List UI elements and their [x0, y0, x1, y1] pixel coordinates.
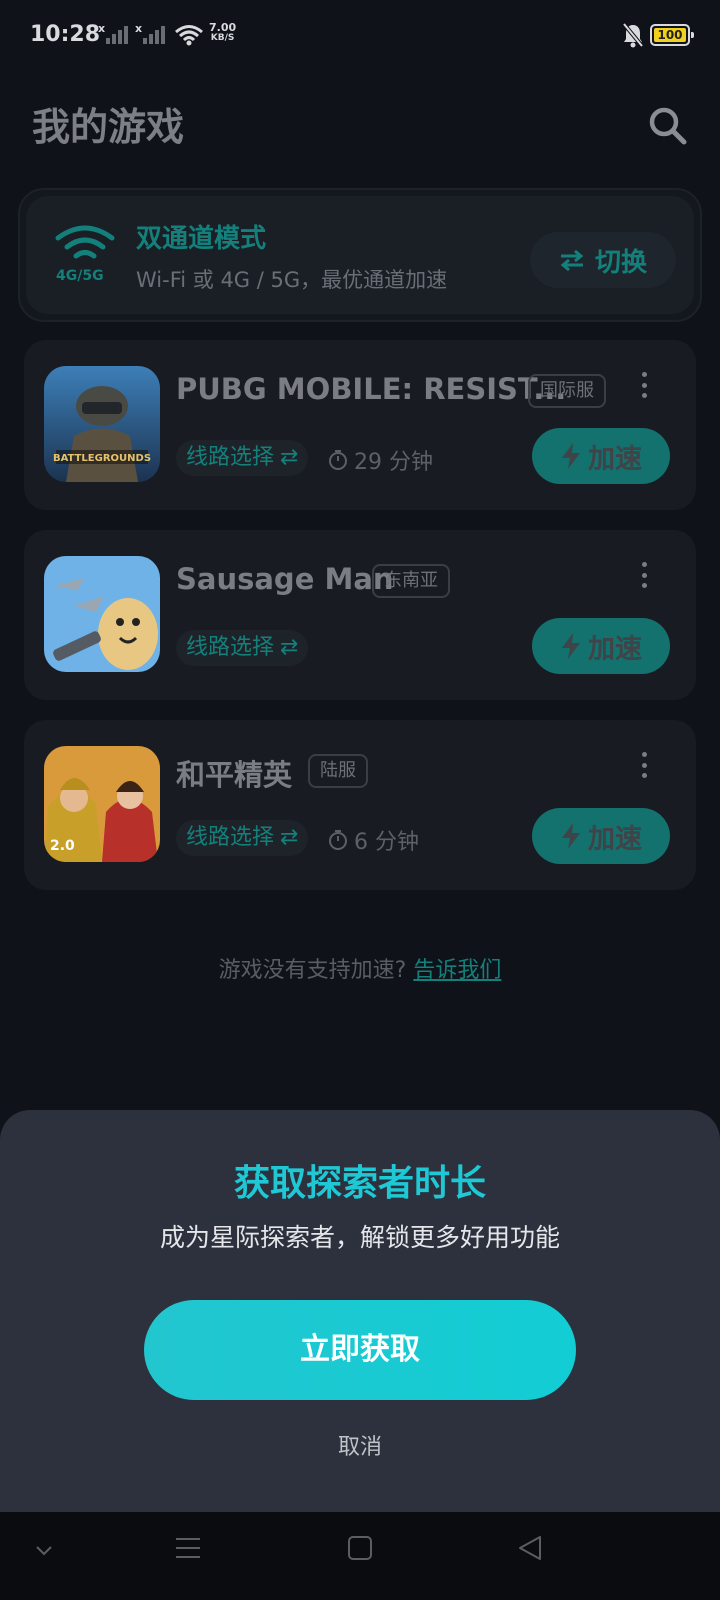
timer-icon	[329, 450, 347, 470]
wifi-icon	[175, 25, 203, 46]
battery-indicator: 100	[650, 24, 694, 46]
region-badge: 国际服	[528, 374, 606, 408]
system-nav-bar	[0, 1512, 720, 1600]
pubg-game-icon: BATTLEGROUNDS	[44, 366, 160, 482]
svg-text:2.0: 2.0	[50, 838, 75, 854]
sheet-subtitle: 成为星际探索者，解锁更多好用功能	[159, 1223, 560, 1252]
game-name: PUBG MOBILE: RESIST...	[176, 372, 567, 406]
speed-up-button[interactable]: 加速	[532, 618, 670, 674]
home-square-icon[interactable]	[346, 1534, 374, 1562]
dual-channel-card[interactable]: 4G/5G 双通道模式 Wi-Fi 或 4G / 5G，最优通道加速 切换	[18, 188, 702, 322]
status-time: 10:28	[30, 22, 101, 47]
mode-description: Wi-Fi 或 4G / 5G，最优通道加速	[136, 268, 448, 292]
svg-text:x: x	[98, 24, 105, 35]
swap-icon: ⇄	[280, 445, 299, 470]
sheet-title: 获取探索者时长	[233, 1163, 486, 1204]
game-name: Sausage Man	[176, 562, 394, 596]
switch-label: 切换	[594, 247, 647, 278]
more-options-icon[interactable]	[638, 370, 650, 400]
chevron-down-icon[interactable]	[34, 1544, 54, 1558]
mute-bell-icon	[622, 22, 644, 48]
tell-us-link[interactable]: 告诉我们	[413, 958, 501, 983]
feedback-text: 游戏没有支持加速? 告诉我们	[0, 952, 720, 984]
lightning-icon	[562, 633, 580, 659]
back-triangle-icon[interactable]	[516, 1534, 544, 1562]
game-card-peacekeeper-elite[interactable]: 2.0 和平精英 陆服 线路选择 ⇄ 6 分钟 加速	[24, 720, 696, 890]
swap-icon: ⇄	[280, 825, 299, 850]
game-name: 和平精英	[176, 758, 293, 792]
route-label: 线路选择	[186, 825, 275, 850]
search-icon[interactable]	[646, 104, 690, 148]
game-card-pubg[interactable]: BATTLEGROUNDS PUBG MOBILE: RESIST... 国际服…	[24, 340, 696, 510]
speed-up-button[interactable]: 加速	[532, 428, 670, 484]
route-select-button[interactable]: 线路选择 ⇄	[176, 630, 309, 666]
game-card-sausage-man[interactable]: Sausage Man 东南亚 线路选择 ⇄ 加速	[24, 530, 696, 700]
route-select-button[interactable]: 线路选择 ⇄	[176, 440, 309, 476]
speed-label: 加速	[588, 823, 642, 855]
route-label: 线路选择	[186, 635, 275, 660]
play-time-value: 29 分钟	[354, 450, 433, 475]
swap-icon: ⇄	[280, 635, 299, 660]
get-now-button[interactable]: 立即获取	[144, 1300, 576, 1400]
explorer-bottom-sheet: 获取探索者时长 成为星际探索者，解锁更多好用功能 立即获取 取消	[0, 1110, 720, 1512]
lightning-icon	[562, 823, 580, 849]
region-badge: 陆服	[308, 754, 368, 788]
net-speed-value: 7.00	[209, 21, 237, 34]
play-time: 29 分钟	[328, 444, 433, 476]
peacekeeper-elite-game-icon: 2.0	[44, 746, 160, 862]
region-badge: 东南亚	[372, 564, 450, 598]
route-label: 线路选择	[186, 445, 275, 470]
svg-text:BATTLEGROUNDS: BATTLEGROUNDS	[53, 453, 151, 464]
lightning-icon	[562, 443, 580, 469]
play-time-value: 6 分钟	[354, 830, 419, 855]
menu-icon[interactable]	[174, 1534, 202, 1562]
net-speed: 7.00 KB/S	[209, 22, 236, 44]
page-title: 我的游戏	[32, 105, 185, 149]
band-label: 4G/5G	[56, 268, 104, 284]
switch-button[interactable]: 切换	[530, 232, 676, 288]
signal-2-icon: x	[135, 24, 165, 44]
cancel-button[interactable]: 取消	[310, 1428, 410, 1468]
speed-label: 加速	[588, 443, 642, 475]
speed-up-button[interactable]: 加速	[532, 808, 670, 864]
signal-1-icon: x	[98, 24, 128, 44]
svg-text:x: x	[135, 24, 142, 35]
feedback-question: 游戏没有支持加速?	[218, 958, 407, 983]
battery-level: 100	[654, 28, 686, 42]
timer-icon	[329, 830, 347, 850]
more-options-icon[interactable]	[638, 750, 650, 780]
swap-arrows-icon	[560, 249, 584, 271]
status-bar: 10:28 x x 7.00 KB/S 100	[0, 0, 720, 70]
dual-wifi-icon	[55, 225, 115, 259]
play-time: 6 分钟	[328, 824, 419, 856]
more-options-icon[interactable]	[638, 560, 650, 590]
route-select-button[interactable]: 线路选择 ⇄	[176, 820, 309, 856]
net-speed-unit: KB/S	[210, 33, 235, 43]
mode-title: 双通道模式	[136, 224, 267, 254]
sausage-man-game-icon	[44, 556, 160, 672]
speed-label: 加速	[588, 633, 642, 665]
